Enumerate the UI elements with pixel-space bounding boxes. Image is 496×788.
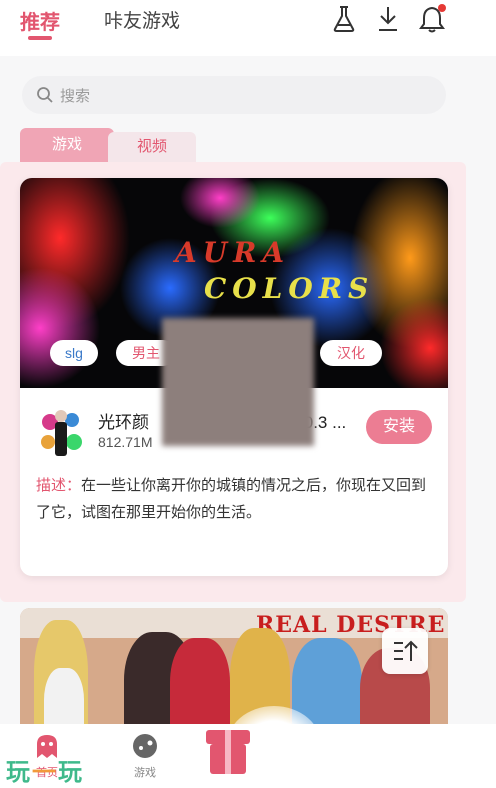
search-placeholder: 搜索 xyxy=(60,87,91,105)
segment-tab-video[interactable]: 视频 xyxy=(108,132,196,162)
app-icon[interactable] xyxy=(36,402,86,460)
tab-active-indicator xyxy=(28,36,52,40)
tag-localized[interactable]: 汉化 xyxy=(320,340,382,366)
game-description: 描述：在一些让你离开你的城镇的情况之后，你现在又回到了它，试图在那里开始你的生活… xyxy=(36,472,432,526)
tag-slg[interactable]: slg xyxy=(50,340,98,366)
notification-dot xyxy=(438,4,446,12)
banner-title-line2: COLORS xyxy=(204,272,375,305)
tab-friends-games[interactable]: 咔友游戏 xyxy=(104,6,180,33)
nav-games[interactable]: 游戏 xyxy=(120,732,170,784)
watermark-char: 玩 xyxy=(6,759,32,786)
search-input[interactable]: 搜索 xyxy=(22,76,446,114)
tab-recommend[interactable]: 推荐 xyxy=(20,6,60,35)
watermark-logo: 玩一玩 xyxy=(6,752,84,787)
description-text: 在一些让你离开你的城镇的情况之后，你现在又回到了它，试图在那里开始你的生活。 xyxy=(36,477,427,521)
blur-overlay xyxy=(162,318,314,446)
app-size: 812.71M xyxy=(98,434,153,450)
banner-title-line1: AURA xyxy=(175,236,291,269)
segment-tab-game[interactable]: 游戏 xyxy=(20,128,114,162)
gift-icon[interactable] xyxy=(200,724,256,780)
beaker-icon[interactable] xyxy=(330,4,358,34)
watermark-char: 一 xyxy=(32,759,58,786)
bell-icon[interactable] xyxy=(418,4,446,34)
download-icon[interactable] xyxy=(374,4,402,34)
watermark-char: 玩 xyxy=(58,759,84,786)
top-header: 推荐 咔友游戏 xyxy=(0,0,496,56)
app-name-text: 光环颜 xyxy=(98,413,149,432)
gamepad-icon xyxy=(133,734,157,758)
install-button[interactable]: 安装 xyxy=(366,410,432,444)
scroll-top-icon xyxy=(394,640,418,661)
nav-games-label: 游戏 xyxy=(134,767,156,779)
scroll-to-top-button[interactable] xyxy=(382,628,428,674)
description-label: 描述： xyxy=(36,477,82,494)
search-icon xyxy=(37,87,53,103)
